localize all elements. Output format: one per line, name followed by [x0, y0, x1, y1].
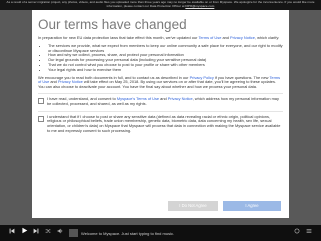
intro-text-end: , which clarify: — [254, 35, 280, 40]
connect-icon[interactable] — [291, 225, 303, 241]
modal-title: Our terms have changed — [38, 17, 187, 32]
next-icon[interactable] — [30, 225, 42, 241]
encourage-paragraph: We encourage you to read both documents … — [38, 75, 283, 90]
shuffle-icon[interactable] — [42, 225, 54, 241]
previous-icon[interactable] — [6, 225, 18, 241]
volume-icon[interactable] — [54, 225, 66, 241]
agree-button[interactable]: I Agree — [223, 201, 281, 211]
consent-sensitive-checkbox[interactable] — [38, 115, 44, 122]
changes-list: The services we provide, what we expect … — [38, 43, 283, 73]
consent-sensitive-row: I understand that if I choose to post or… — [38, 113, 283, 134]
intro-paragraph: In preparation for new EU data protectio… — [38, 35, 283, 41]
terms-of-use-link[interactable]: Terms of Use — [198, 35, 221, 40]
music-player-bar: Welcome to Myspace. Just start typing to… — [0, 225, 321, 241]
modal-actions: I Do Not Agree I Agree — [168, 201, 281, 211]
list-item: Your legal rights and how to exercise th… — [48, 67, 283, 73]
dpo-email-link[interactable]: DPO@myspace.com — [185, 4, 214, 8]
track-thumbnail — [69, 229, 78, 237]
terms-modal: Our terms have changed In preparation fo… — [32, 10, 289, 218]
consent-sensitive-label: I understand that if I choose to post or… — [47, 113, 281, 133]
queue-icon[interactable] — [303, 225, 315, 241]
divider — [38, 110, 283, 112]
myspace-privacy-link[interactable]: Privacy Notice — [168, 96, 193, 101]
banner-text: As a result of a server migration projec… — [6, 0, 315, 8]
consent-terms-checkbox[interactable] — [38, 97, 44, 104]
migration-notice-banner: As a result of a server migration projec… — [0, 0, 321, 10]
consent-terms-row: I have read, understand, and consent to … — [38, 95, 283, 107]
intro-and: and — [222, 35, 229, 40]
divider — [38, 92, 283, 94]
consent-terms-label: I have read, understand, and consent to … — [47, 95, 283, 107]
disagree-button[interactable]: I Do Not Agree — [168, 201, 218, 211]
play-icon[interactable] — [18, 225, 30, 241]
privacy-notice-link[interactable]: Privacy Notice — [230, 35, 255, 40]
intro-text: In preparation for new EU data protectio… — [38, 35, 198, 40]
check1-and: and — [160, 95, 167, 101]
player-track-text[interactable]: Welcome to Myspace. Just start typing to… — [81, 231, 174, 236]
